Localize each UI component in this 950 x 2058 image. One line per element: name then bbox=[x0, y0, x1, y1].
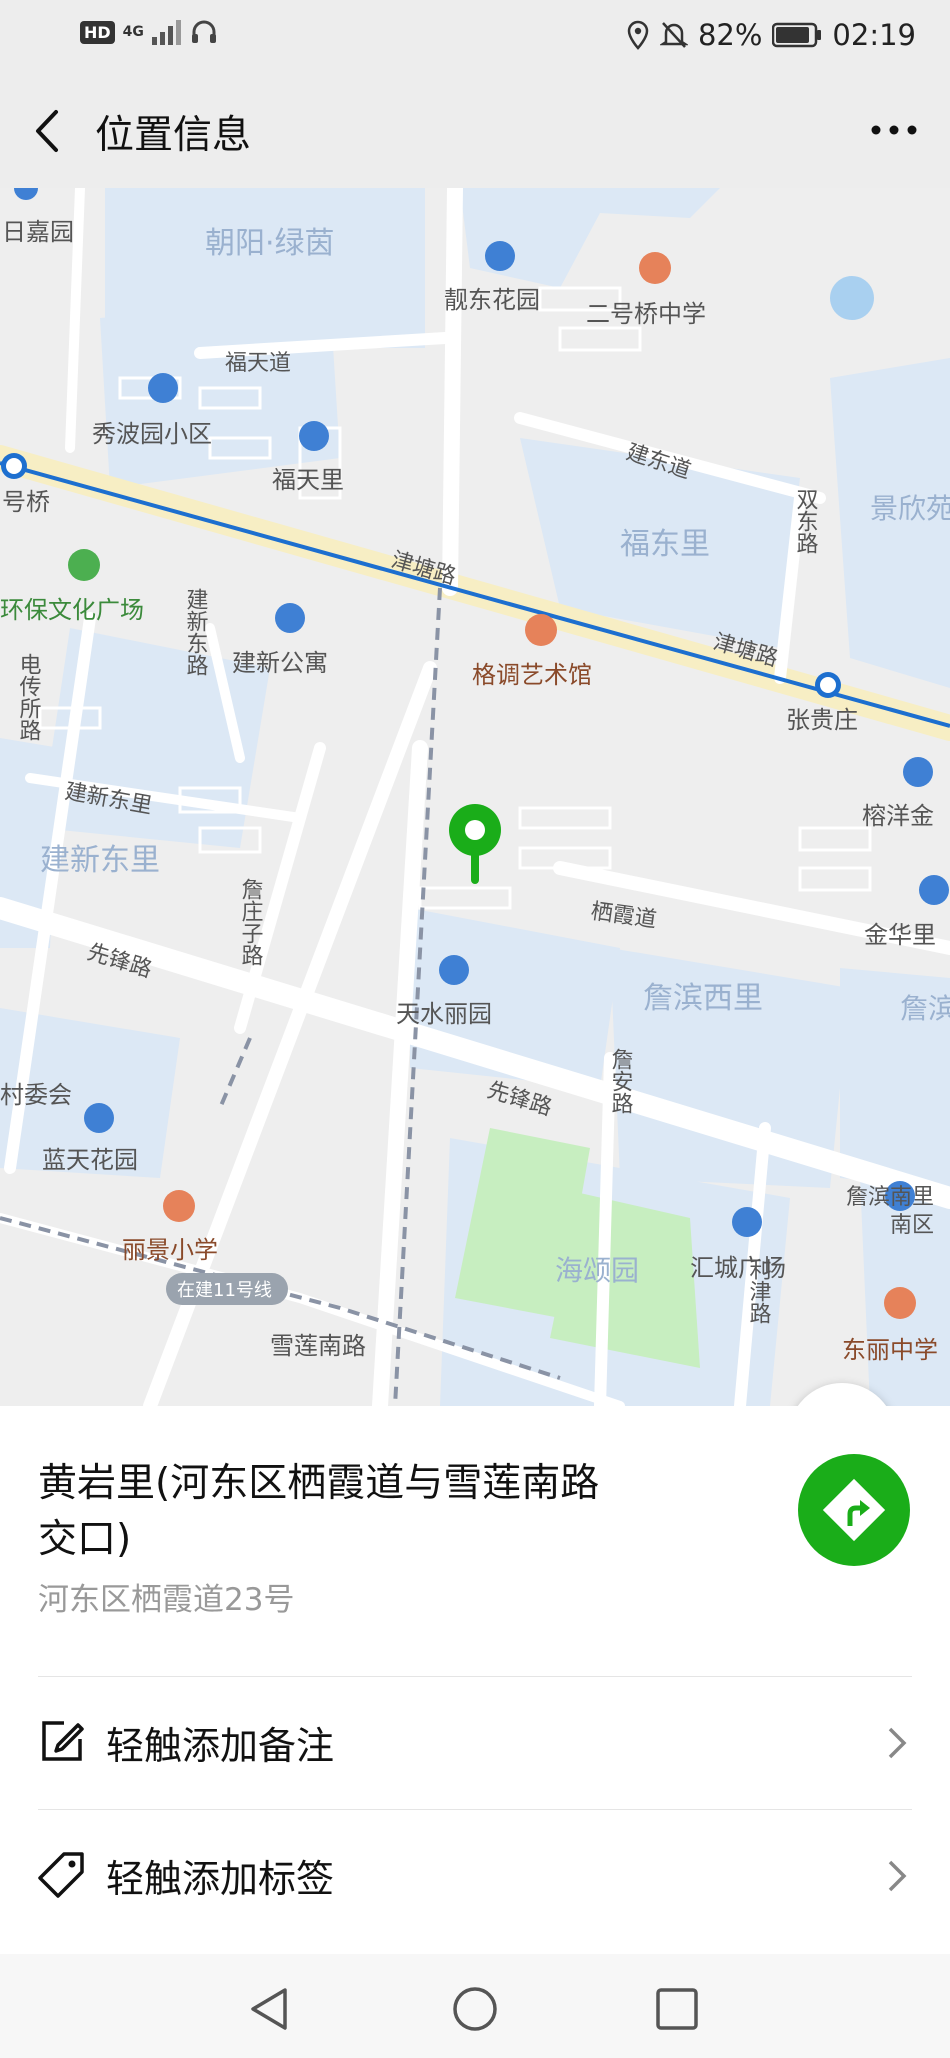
map-label: 双东路 bbox=[793, 488, 819, 554]
chevron-right-icon bbox=[888, 1727, 907, 1759]
map-label: 天水丽园 bbox=[396, 1000, 492, 1028]
chevron-right-icon bbox=[888, 1860, 907, 1892]
status-right: 82% 02:19 bbox=[626, 18, 916, 52]
map-label: 日嘉园 bbox=[2, 218, 74, 246]
map-label: 福东里 bbox=[620, 527, 710, 562]
hd-indicator: HD bbox=[80, 20, 115, 44]
recenter-button[interactable] bbox=[788, 1383, 896, 1406]
place-address: 河东区栖霞道23号 bbox=[38, 1582, 295, 1618]
add-tag-label: 轻触添加标签 bbox=[106, 1857, 335, 1901]
map-label: 环保文化广场 bbox=[0, 596, 144, 624]
map-label: 建新东路 bbox=[183, 588, 209, 676]
map-canvas[interactable]: 朝阳·绿茵 日嘉园 靓东花园 二号桥中学 福天道 秀波园小区 福天里 建东道 双… bbox=[0, 188, 950, 1406]
place-name: 黄岩里(河东区栖霞道与雪莲南路交口) bbox=[38, 1461, 600, 1562]
navigation-icon bbox=[822, 1478, 886, 1542]
page-title: 位置信息 bbox=[95, 113, 252, 158]
bell-muted-icon bbox=[659, 22, 688, 48]
battery-percent: 82% bbox=[697, 18, 763, 52]
tag-icon bbox=[38, 1852, 84, 1898]
map-label: 东丽中学 bbox=[842, 1336, 938, 1364]
map-label: 詹滨西里 bbox=[643, 981, 763, 1016]
signal-icon bbox=[151, 20, 181, 45]
map-label: 榕洋金 bbox=[862, 802, 934, 830]
edit-icon bbox=[42, 1721, 84, 1761]
status-left: HD 4G bbox=[80, 18, 218, 46]
headset-icon bbox=[191, 20, 216, 43]
navigate-button[interactable] bbox=[798, 1454, 910, 1566]
back-arrow-icon[interactable] bbox=[26, 104, 74, 158]
map-label: 雪莲南路 bbox=[270, 1332, 366, 1360]
map-label: 建新东里 bbox=[40, 843, 160, 878]
add-note-label: 轻触添加备注 bbox=[106, 1724, 335, 1768]
top-bar: 位置信息 bbox=[0, 74, 950, 188]
map-label: 号桥 bbox=[2, 488, 50, 516]
map-label: 景欣苑 bbox=[870, 492, 950, 525]
map-label: 张贵庄 bbox=[786, 706, 858, 734]
map-label: 靓东花园 bbox=[444, 286, 540, 314]
map-label: 詹庄子路 bbox=[238, 878, 264, 966]
nav-home-icon[interactable] bbox=[450, 1984, 500, 2034]
map-label: 蓝天花园 bbox=[42, 1146, 138, 1174]
map-label: 詹滨南里 bbox=[846, 1185, 934, 1210]
map-label: 利津路 bbox=[746, 1258, 772, 1324]
map-label: 金华里 bbox=[864, 921, 936, 949]
crosshair-icon bbox=[788, 1383, 896, 1406]
system-nav-bar bbox=[0, 1954, 950, 2058]
nav-back-icon[interactable] bbox=[245, 1984, 295, 2034]
map-label: 汇城广场 bbox=[690, 1254, 786, 1282]
add-tag-row[interactable]: 轻触添加标签 bbox=[38, 1809, 912, 1942]
map-label: 詹滨 bbox=[900, 992, 950, 1025]
map-label: 海颂园 bbox=[555, 1254, 639, 1287]
map-label: 福天里 bbox=[272, 466, 344, 494]
location-pin-icon bbox=[627, 20, 649, 50]
nav-recents-icon[interactable] bbox=[652, 1984, 702, 2034]
map-label: 在建11号线 bbox=[177, 1280, 272, 1301]
clock: 02:19 bbox=[832, 18, 916, 52]
place-info-panel: 黄岩里(河东区栖霞道与雪莲南路交口) 河东区栖霞道23号 轻触添加备注 轻触添加… bbox=[0, 1406, 950, 1954]
battery-icon bbox=[772, 22, 822, 48]
map-view[interactable]: 朝阳·绿茵 日嘉园 靓东花园 二号桥中学 福天道 秀波园小区 福天里 建东道 双… bbox=[0, 188, 950, 1406]
map-label: 朝阳·绿茵 bbox=[205, 226, 335, 261]
network-type: 4G bbox=[122, 23, 144, 40]
map-label: 秀波园小区 bbox=[92, 420, 212, 448]
map-label: 福天道 bbox=[225, 351, 291, 376]
map-label: 二号桥中学 bbox=[586, 300, 706, 328]
map-label: 村委会 bbox=[0, 1081, 72, 1109]
map-label: 电传所路 bbox=[16, 653, 42, 741]
map-label: 丽景小学 bbox=[122, 1236, 218, 1264]
map-label: 建新公寓 bbox=[232, 649, 328, 677]
status-bar: HD 4G 82% 02:19 bbox=[0, 0, 950, 74]
map-label: 格调艺术馆 bbox=[472, 661, 592, 689]
more-options-icon[interactable] bbox=[866, 110, 922, 150]
add-note-row[interactable]: 轻触添加备注 bbox=[38, 1676, 912, 1809]
map-label: 南区 bbox=[890, 1213, 934, 1238]
map-label: 詹安路 bbox=[608, 1048, 634, 1114]
